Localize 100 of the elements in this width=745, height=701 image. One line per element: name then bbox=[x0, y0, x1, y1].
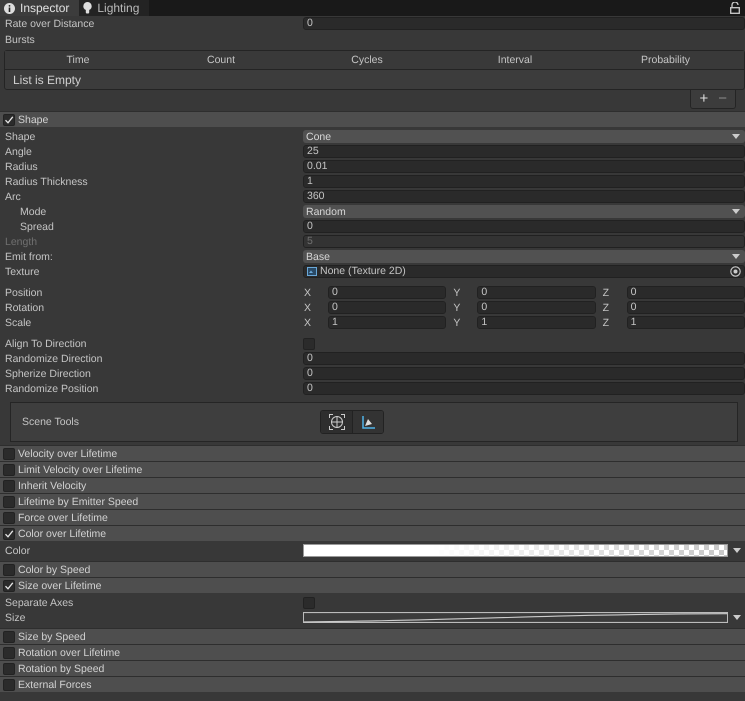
info-icon bbox=[4, 2, 15, 14]
curve-field[interactable] bbox=[303, 612, 728, 623]
dropdown[interactable]: Random bbox=[303, 205, 745, 218]
panel-tab[interactable]: Lighting bbox=[79, 0, 150, 16]
checkbox[interactable] bbox=[3, 464, 15, 476]
number-field[interactable]: 0 bbox=[328, 301, 446, 314]
column-header: Time bbox=[66, 54, 90, 66]
property-label: Rotation bbox=[4, 302, 46, 314]
number-field[interactable]: 0 bbox=[303, 367, 745, 380]
property-label: Arc bbox=[4, 190, 22, 202]
module-header[interactable]: Rotation over Lifetime bbox=[0, 644, 745, 660]
property-label: Separate Axes bbox=[4, 596, 74, 608]
caret-icon[interactable] bbox=[733, 615, 741, 620]
number-field[interactable]: 0 bbox=[303, 352, 745, 365]
lock-icon[interactable] bbox=[730, 2, 740, 14]
checkbox[interactable] bbox=[3, 630, 15, 642]
axis-label: Y bbox=[452, 316, 462, 328]
property-label: Shape bbox=[4, 130, 36, 142]
number-field[interactable]: 1 bbox=[328, 316, 446, 329]
property-label: Position bbox=[4, 286, 44, 298]
gradient-field[interactable] bbox=[303, 544, 728, 557]
property-label: Emit from: bbox=[4, 250, 54, 262]
property-label: Scale bbox=[4, 316, 32, 328]
axis-label: X bbox=[303, 286, 312, 298]
property-label: Texture bbox=[4, 266, 40, 278]
axis-label: X bbox=[303, 316, 312, 328]
property-label: Color bbox=[4, 544, 32, 556]
panel-tab[interactable]: Inspector bbox=[0, 0, 80, 16]
move-gizmo-icon bbox=[328, 414, 344, 430]
checkbox[interactable] bbox=[3, 480, 15, 492]
axis-label: Y bbox=[452, 286, 462, 298]
caret-icon[interactable] bbox=[733, 548, 741, 553]
property-label: Randomize Direction bbox=[4, 352, 104, 364]
shape-edit-button[interactable] bbox=[352, 411, 383, 433]
module-header[interactable]: Rotation by Speed bbox=[0, 660, 745, 676]
property-label: Size bbox=[4, 612, 26, 624]
number-field[interactable]: 1 bbox=[477, 316, 596, 329]
module-header[interactable]: Inherit Velocity bbox=[0, 477, 745, 493]
module-header[interactable]: Color over Lifetime bbox=[0, 525, 745, 541]
checkbox[interactable] bbox=[3, 646, 15, 658]
caret-icon bbox=[732, 209, 740, 214]
property-label: Radius bbox=[4, 160, 39, 172]
axis-label: Z bbox=[602, 316, 610, 328]
number-field[interactable]: 0.01 bbox=[303, 160, 745, 173]
checkbox[interactable] bbox=[3, 580, 15, 592]
lightbulb-icon bbox=[83, 2, 92, 14]
module-header[interactable]: Size over Lifetime bbox=[0, 577, 745, 593]
image-icon bbox=[307, 267, 317, 276]
checkbox[interactable] bbox=[3, 448, 15, 460]
add-button[interactable]: + bbox=[695, 91, 712, 107]
axis-label: Z bbox=[602, 302, 610, 314]
property-label: Spread bbox=[19, 220, 55, 232]
column-header: Cycles bbox=[350, 54, 384, 66]
property-label: Mode bbox=[19, 206, 48, 218]
transform-tool-button[interactable] bbox=[321, 411, 352, 433]
checkbox[interactable] bbox=[3, 662, 15, 674]
checkbox[interactable] bbox=[3, 114, 15, 126]
module-header[interactable]: Limit Velocity over Lifetime bbox=[0, 461, 745, 477]
number-field[interactable]: 0 bbox=[477, 301, 596, 314]
axis-label: Y bbox=[452, 302, 462, 314]
module-header[interactable]: Lifetime by Emitter Speed bbox=[0, 493, 745, 509]
property-label: Scene Tools bbox=[21, 416, 80, 428]
number-field[interactable]: 0 bbox=[303, 17, 745, 30]
module-header[interactable]: Shape bbox=[0, 111, 745, 127]
module-header[interactable]: Velocity over Lifetime bbox=[0, 445, 745, 461]
caret-icon bbox=[732, 254, 740, 259]
empty-list-message: List is Empty bbox=[13, 72, 82, 86]
number-field[interactable]: 360 bbox=[303, 190, 745, 203]
number-field[interactable]: 0 bbox=[303, 220, 745, 233]
property-label: Radius Thickness bbox=[4, 176, 89, 188]
object-field[interactable]: None (Texture 2D) bbox=[303, 265, 745, 278]
checkbox[interactable] bbox=[3, 528, 15, 540]
property-label: Rate over Distance bbox=[4, 18, 96, 30]
number-field[interactable]: 1 bbox=[626, 316, 745, 329]
checkbox[interactable] bbox=[3, 512, 15, 524]
checkbox[interactable] bbox=[3, 564, 15, 576]
checkbox[interactable] bbox=[3, 678, 15, 690]
module-header[interactable]: External Forces bbox=[0, 676, 745, 692]
number-field[interactable]: 0 bbox=[303, 382, 745, 395]
module-header[interactable]: Color by Speed bbox=[0, 561, 745, 577]
axis-label: X bbox=[303, 302, 312, 314]
number-field[interactable]: 0 bbox=[626, 301, 745, 314]
number-field[interactable]: 0 bbox=[626, 286, 745, 299]
checkbox[interactable] bbox=[3, 496, 15, 508]
dropdown[interactable]: Base bbox=[303, 250, 745, 263]
property-label: Align To Direction bbox=[4, 338, 88, 350]
column-header: Count bbox=[206, 54, 236, 66]
module-header[interactable]: Size by Speed bbox=[0, 628, 745, 644]
column-header: Interval bbox=[496, 54, 534, 66]
object-picker-icon[interactable] bbox=[730, 266, 741, 277]
axis-label: Z bbox=[602, 286, 610, 298]
module-header[interactable]: Force over Lifetime bbox=[0, 509, 745, 525]
property-label: Randomize Position bbox=[4, 382, 100, 394]
cone-shape-icon bbox=[360, 414, 376, 430]
bursts-label: Bursts bbox=[4, 34, 36, 48]
number-field[interactable]: 25 bbox=[303, 145, 745, 158]
number-field[interactable]: 0 bbox=[477, 286, 596, 299]
number-field[interactable]: 1 bbox=[303, 175, 745, 188]
number-field[interactable]: 0 bbox=[328, 286, 446, 299]
dropdown[interactable]: Cone bbox=[303, 130, 745, 143]
